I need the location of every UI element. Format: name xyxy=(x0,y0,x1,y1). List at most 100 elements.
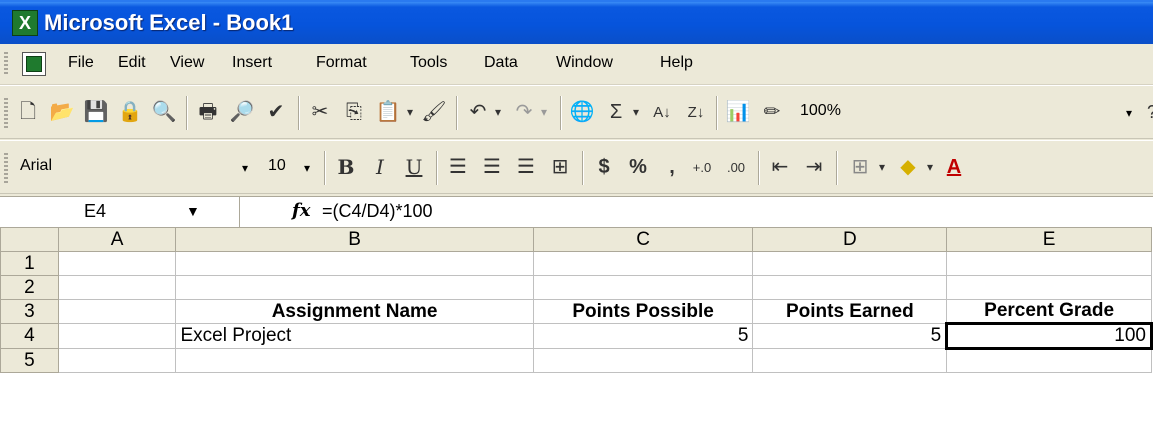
column-header-c[interactable]: C xyxy=(532,227,754,252)
drawing-icon[interactable]: ✏ xyxy=(758,98,786,126)
menu-insert[interactable]: Insert xyxy=(232,54,272,72)
column-header-b[interactable]: B xyxy=(175,227,534,252)
cell-e5[interactable] xyxy=(946,348,1152,373)
cut-icon[interactable]: ✂ xyxy=(306,98,334,126)
name-box-dropdown-icon[interactable]: ▼ xyxy=(186,203,200,219)
undo-dropdown-icon[interactable]: ▾ xyxy=(490,98,506,126)
currency-icon[interactable]: $ xyxy=(590,153,618,181)
cell-d4[interactable]: 5 xyxy=(752,323,948,349)
help-icon[interactable]: ? xyxy=(1138,98,1153,126)
row-header-5[interactable]: 5 xyxy=(0,348,59,373)
borders-dropdown-icon[interactable]: ▾ xyxy=(874,153,890,181)
cell-a3[interactable] xyxy=(57,299,177,324)
row-header-1[interactable]: 1 xyxy=(0,251,59,276)
zoom-dropdown-icon[interactable]: ▾ xyxy=(1118,99,1140,126)
format-painter-icon[interactable]: 🖌 xyxy=(420,98,448,126)
menu-grip[interactable] xyxy=(4,52,8,76)
cell-c3[interactable]: Points Possible xyxy=(532,299,754,324)
menu-window[interactable]: Window xyxy=(556,54,613,72)
cell-c4[interactable]: 5 xyxy=(532,323,754,349)
decrease-decimal-icon[interactable]: .00 xyxy=(722,153,750,181)
redo-dropdown-icon[interactable]: ▾ xyxy=(536,98,552,126)
open-icon[interactable]: 📂 xyxy=(48,98,76,126)
menu-edit[interactable]: Edit xyxy=(118,54,146,72)
cell-d5[interactable] xyxy=(752,348,948,373)
toolbar-grip[interactable] xyxy=(4,98,8,128)
spelling-icon[interactable]: ✔ xyxy=(262,98,290,126)
workbook-icon[interactable] xyxy=(22,52,46,76)
menu-file[interactable]: File xyxy=(68,54,94,72)
menu-view[interactable]: View xyxy=(170,54,204,72)
comma-style-icon[interactable]: , xyxy=(658,153,686,181)
cell-e3[interactable]: Percent Grade xyxy=(946,299,1152,324)
column-header-e[interactable]: E xyxy=(946,227,1152,252)
menu-format[interactable]: Format xyxy=(316,54,367,72)
bold-icon[interactable]: B xyxy=(332,153,360,181)
cell-d3[interactable]: Points Earned xyxy=(752,299,948,324)
italic-icon[interactable]: I xyxy=(366,153,394,181)
hyperlink-icon[interactable]: 🌐 xyxy=(568,98,596,126)
align-left-icon[interactable]: ☰ xyxy=(444,153,472,181)
row-header-4[interactable]: 4 xyxy=(0,323,59,349)
sort-ascending-icon[interactable]: A↓ xyxy=(648,98,676,126)
increase-indent-icon[interactable]: ⇥ xyxy=(800,153,828,181)
merge-center-icon[interactable]: ⊞ xyxy=(546,153,574,181)
increase-decimal-icon[interactable]: +.0 xyxy=(688,153,716,181)
column-header-d[interactable]: D xyxy=(752,227,948,252)
redo-icon[interactable]: ↷ xyxy=(510,98,538,126)
excel-app-icon[interactable]: X xyxy=(12,10,38,36)
permission-icon[interactable]: 🔒 xyxy=(116,98,144,126)
font-name-combo[interactable]: Arial xyxy=(14,154,232,181)
cell-c5[interactable] xyxy=(532,348,754,373)
sort-descending-icon[interactable]: Z↓ xyxy=(682,98,710,126)
font-size-combo[interactable]: 10 xyxy=(262,154,296,181)
autosum-icon[interactable]: Σ xyxy=(602,98,630,126)
font-color-icon[interactable]: A xyxy=(940,153,968,181)
cell-a4[interactable] xyxy=(57,323,177,349)
underline-icon[interactable]: U xyxy=(400,153,428,181)
cell-b2[interactable] xyxy=(175,275,534,300)
decrease-indent-icon[interactable]: ⇤ xyxy=(766,153,794,181)
align-right-icon[interactable]: ☰ xyxy=(512,153,540,181)
formula-input[interactable]: =(C4/D4)*100 xyxy=(322,201,433,222)
cell-c2[interactable] xyxy=(532,275,754,300)
paste-dropdown-icon[interactable]: ▾ xyxy=(402,98,418,126)
cell-d2[interactable] xyxy=(752,275,948,300)
print-icon[interactable]: 🖶 xyxy=(194,98,222,126)
autosum-dropdown-icon[interactable]: ▾ xyxy=(628,98,644,126)
print-preview-icon[interactable]: 🔎 xyxy=(228,98,256,126)
cell-a2[interactable] xyxy=(57,275,177,300)
cell-b3[interactable]: Assignment Name xyxy=(175,299,534,324)
cell-a5[interactable] xyxy=(57,348,177,373)
zoom-combo[interactable]: 100% xyxy=(794,99,890,126)
chart-wizard-icon[interactable]: 📊 xyxy=(724,98,752,126)
name-box[interactable]: E4 ▼ xyxy=(0,197,240,227)
copy-icon[interactable]: ⎘ xyxy=(340,98,368,126)
borders-icon[interactable]: ⊞ xyxy=(846,153,874,181)
cell-e2[interactable] xyxy=(946,275,1152,300)
new-icon[interactable]: 🗋 xyxy=(14,98,42,126)
save-icon[interactable]: 💾 xyxy=(82,98,110,126)
cell-b4[interactable]: Excel Project xyxy=(175,323,534,349)
percent-icon[interactable]: % xyxy=(624,153,652,181)
cell-e1[interactable] xyxy=(946,251,1152,276)
cell-a1[interactable] xyxy=(57,251,177,276)
fill-color-icon[interactable]: ◆ xyxy=(894,153,922,181)
column-header-a[interactable]: A xyxy=(57,227,177,252)
menu-help[interactable]: Help xyxy=(660,54,693,72)
toolbar-grip[interactable] xyxy=(4,153,8,183)
cell-b5[interactable] xyxy=(175,348,534,373)
align-center-icon[interactable]: ☰ xyxy=(478,153,506,181)
cell-d1[interactable] xyxy=(752,251,948,276)
fill-color-dropdown-icon[interactable]: ▾ xyxy=(922,153,938,181)
research-icon[interactable]: 🔍 xyxy=(150,98,178,126)
row-header-3[interactable]: 3 xyxy=(0,299,59,324)
font-size-dropdown-icon[interactable]: ▾ xyxy=(296,154,318,181)
menu-data[interactable]: Data xyxy=(484,54,518,72)
paste-icon[interactable]: 📋 xyxy=(374,98,402,126)
menu-tools[interactable]: Tools xyxy=(410,54,447,72)
insert-function-icon[interactable]: fx xyxy=(292,200,310,221)
cell-b1[interactable] xyxy=(175,251,534,276)
font-name-dropdown-icon[interactable]: ▾ xyxy=(234,154,256,181)
cell-c1[interactable] xyxy=(532,251,754,276)
